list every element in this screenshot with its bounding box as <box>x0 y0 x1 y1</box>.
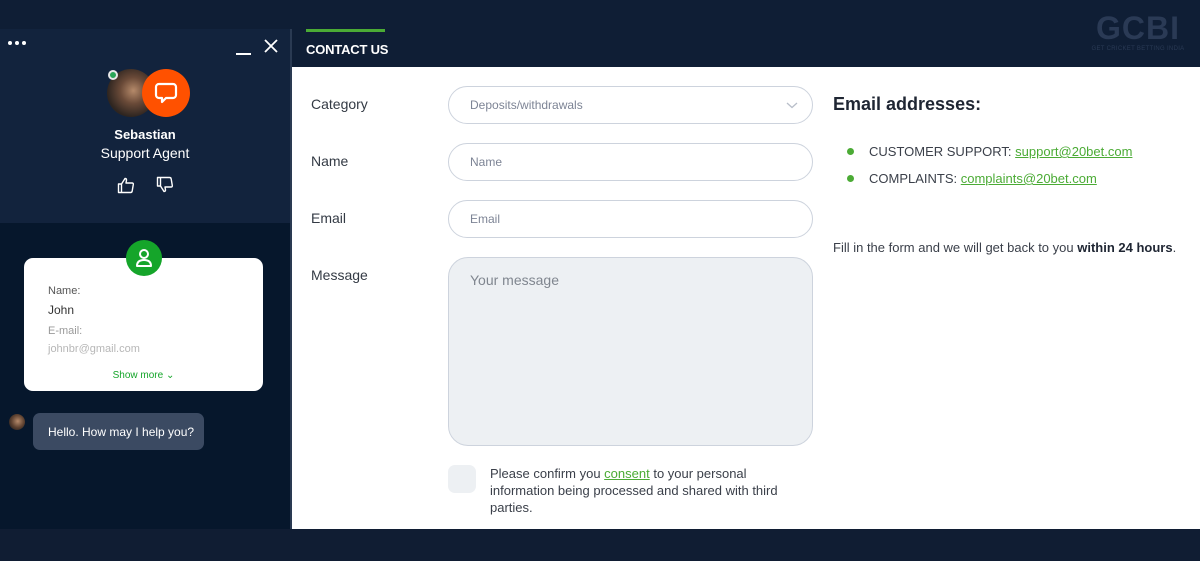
consent-checkbox[interactable] <box>448 465 476 493</box>
email-field-value: johnbr@gmail.com <box>48 343 140 355</box>
chevron-down-icon: ⌄ <box>165 370 175 381</box>
close-icon[interactable] <box>263 38 279 54</box>
chevron-down-icon <box>786 102 798 109</box>
message-textarea[interactable]: Your message <box>448 257 813 446</box>
chat-header: Sebastian Support Agent <box>0 29 290 223</box>
consent-text: Please confirm you consent to your perso… <box>490 465 810 516</box>
chat-bubble-icon <box>154 82 178 104</box>
email-label: Email <box>311 210 347 226</box>
category-select[interactable]: Deposits/withdrawals <box>448 86 813 124</box>
message-label: Message <box>311 267 368 283</box>
email-item-complaints: COMPLAINTS: complaints@20bet.com <box>847 171 1132 198</box>
email-list: CUSTOMER SUPPORT: support@20bet.com COMP… <box>847 144 1132 198</box>
thumbs-down-icon[interactable] <box>156 176 174 194</box>
chat-widget: Sebastian Support Agent Name: John E-mai… <box>0 29 292 529</box>
name-field-value: John <box>48 303 75 317</box>
user-icon <box>126 240 162 276</box>
complaints-email-link[interactable]: complaints@20bet.com <box>961 171 1097 186</box>
watermark-tagline: GET CRICKET BETTING INDIA <box>1091 46 1185 52</box>
bottom-bar <box>0 529 1200 561</box>
online-status-dot <box>108 70 118 80</box>
minimize-icon[interactable] <box>236 41 252 55</box>
livechat-logo <box>142 69 190 117</box>
name-label: Name <box>311 153 349 169</box>
show-more-link[interactable]: Show more ⌄ <box>24 370 263 381</box>
message-placeholder: Your message <box>470 272 559 288</box>
name-field-label: Name: <box>48 285 81 297</box>
consent-link[interactable]: consent <box>604 466 650 481</box>
thumbs-up-icon[interactable] <box>117 176 135 194</box>
active-tab-indicator <box>306 29 385 32</box>
agent-name: Sebastian <box>114 127 176 142</box>
response-time-note: Fill in the form and we will get back to… <box>833 240 1176 255</box>
contact-form-panel: Category Deposits/withdrawals Name Name … <box>292 67 1200 529</box>
name-input[interactable]: Name <box>448 143 813 181</box>
watermark-logo: GCBI GET CRICKET BETTING INDIA <box>1088 12 1188 52</box>
email-addresses-title: Email addresses: <box>833 94 982 114</box>
email-input[interactable]: Email <box>448 200 813 238</box>
bullet-icon <box>847 148 854 155</box>
agent-message-bubble: Hello. How may I help you? <box>33 413 204 450</box>
more-dots-icon[interactable] <box>8 41 26 45</box>
tab-label: CONTACT US <box>306 42 389 57</box>
note-suffix: . <box>1172 240 1177 255</box>
name-placeholder: Name <box>470 155 503 169</box>
user-info-card: Name: John E-mail: johnbr@gmail.com Show… <box>24 258 263 391</box>
agent-role: Support Agent <box>100 145 190 161</box>
watermark-logo-text: GCBI <box>1096 10 1180 46</box>
note-prefix: Fill in the form and we will get back to… <box>833 240 1078 255</box>
category-value: Deposits/withdrawals <box>470 98 583 112</box>
bullet-icon <box>847 175 854 182</box>
email-field-label: E-mail: <box>48 325 83 337</box>
support-email-link[interactable]: support@20bet.com <box>1015 144 1132 159</box>
agent-message-avatar <box>9 414 25 430</box>
category-label: Category <box>311 96 368 112</box>
email-label: COMPLAINTS: <box>869 171 961 186</box>
email-item-support: CUSTOMER SUPPORT: support@20bet.com <box>847 144 1132 171</box>
note-bold: within 24 hours <box>1077 240 1173 255</box>
show-more-label: Show more <box>112 370 164 381</box>
consent-prefix: Please confirm you <box>490 466 605 481</box>
email-label: CUSTOMER SUPPORT: <box>869 144 1016 159</box>
email-placeholder: Email <box>470 212 501 226</box>
